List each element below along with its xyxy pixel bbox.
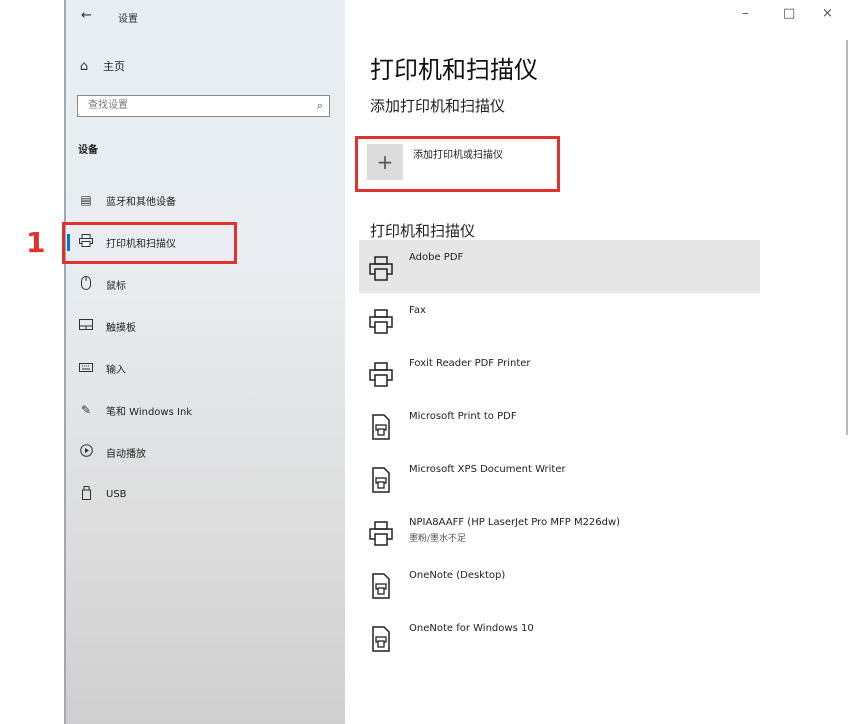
printer-icon — [369, 362, 393, 387]
document-printer-icon — [372, 467, 390, 493]
scrollbar[interactable] — [846, 40, 848, 435]
section-title-devices: 设备 — [78, 145, 98, 156]
close-button[interactable]: × — [822, 6, 833, 21]
device-name: Adobe PDF — [409, 252, 464, 263]
document-printer-icon — [372, 414, 390, 440]
sidebar-item-label: 触摸板 — [106, 322, 136, 334]
sidebar-item-touchpad[interactable]: 触摸板 — [64, 305, 345, 347]
usb-icon — [78, 485, 94, 503]
sidebar-item-printers[interactable]: 打印机和扫描仪 — [64, 221, 345, 263]
sidebar-item-autoplay[interactable]: 自动播放 — [64, 431, 345, 473]
device-status: 墨粉/墨水不足 — [409, 534, 467, 544]
sidebar-item-typing[interactable]: 输入 — [64, 347, 345, 389]
printer-list: Adobe PDF Fax Foxit Reader PDF Printer M… — [359, 240, 760, 664]
sidebar-item-label: 打印机和扫描仪 — [106, 238, 176, 250]
sidebar: ← 设置 ⌂ 主页 ⌕ 设备 ▤ 蓝牙和其他设备 打印机和扫描仪 — [64, 0, 345, 724]
maximize-button[interactable]: □ — [783, 6, 795, 21]
list-item-hp-laserjet[interactable]: NPIA8AAFF (HP LaserJet Pro MFP M226dw) 墨… — [359, 505, 760, 558]
keyboard-icon — [78, 361, 94, 375]
bluetooth-devices-icon: ▤ — [80, 193, 92, 207]
title-bar: ← 设置 — [64, 0, 345, 34]
search-input[interactable] — [86, 99, 300, 112]
sidebar-item-label: 蓝牙和其他设备 — [106, 196, 176, 208]
document-printer-icon — [372, 573, 390, 599]
printers-list-title: 打印机和扫描仪 — [370, 222, 476, 240]
list-item-onenote-desktop[interactable]: OneNote (Desktop) — [359, 558, 760, 611]
minimize-button[interactable]: – — [742, 6, 749, 21]
sidebar-item-bluetooth[interactable]: ▤ 蓝牙和其他设备 — [64, 179, 345, 221]
printer-icon — [369, 521, 393, 546]
sidebar-item-usb[interactable]: USB — [64, 473, 345, 515]
sidebar-item-pen[interactable]: ✎ 笔和 Windows Ink — [64, 389, 345, 431]
autoplay-icon — [78, 444, 94, 460]
sidebar-item-label: 输入 — [106, 364, 126, 376]
window-left-edge — [64, 0, 66, 724]
list-item-ms-xps[interactable]: Microsoft XPS Document Writer — [359, 452, 760, 505]
sidebar-item-label: 笔和 Windows Ink — [106, 406, 193, 418]
list-item-onenote-win10[interactable]: OneNote for Windows 10 — [359, 611, 760, 664]
printer-icon — [369, 309, 393, 334]
active-indicator — [67, 234, 70, 251]
home-label: 主页 — [103, 60, 125, 73]
home-link[interactable]: ⌂ 主页 — [77, 56, 125, 76]
sidebar-item-label: USB — [106, 488, 127, 500]
printer-icon — [78, 234, 94, 250]
list-item-adobe-pdf[interactable]: Adobe PDF — [359, 240, 760, 293]
search-icon[interactable]: ⌕ — [317, 99, 323, 113]
sidebar-item-label: 自动播放 — [106, 448, 146, 460]
list-item-foxit[interactable]: Foxit Reader PDF Printer — [359, 346, 760, 399]
page-title: 打印机和扫描仪 — [370, 56, 538, 84]
device-name: Foxit Reader PDF Printer — [409, 358, 531, 369]
list-item-fax[interactable]: Fax — [359, 293, 760, 346]
document-printer-icon — [372, 626, 390, 652]
plus-icon: + — [376, 150, 394, 174]
add-section-title: 添加打印机和扫描仪 — [370, 97, 506, 115]
add-printer-label[interactable]: 添加打印机或扫描仪 — [413, 146, 503, 161]
touchpad-icon — [78, 319, 94, 333]
sidebar-item-mouse[interactable]: 鼠标 — [64, 263, 345, 305]
printer-icon — [369, 256, 393, 281]
list-item-ms-print-to-pdf[interactable]: Microsoft Print to PDF — [359, 399, 760, 452]
add-printer-button[interactable]: + — [367, 144, 403, 180]
sidebar-nav: ▤ 蓝牙和其他设备 打印机和扫描仪 鼠标 触摸板 输入 ✎ 笔和 Windows… — [64, 179, 345, 515]
sidebar-item-label: 鼠标 — [106, 280, 126, 292]
pen-icon: ✎ — [80, 403, 92, 417]
arrow-left-icon[interactable]: ← — [81, 8, 92, 23]
device-name: OneNote for Windows 10 — [409, 623, 534, 634]
device-name: Fax — [409, 305, 426, 316]
device-name: Microsoft XPS Document Writer — [409, 464, 566, 475]
device-name: OneNote (Desktop) — [409, 570, 506, 581]
app-title: 设置 — [118, 14, 138, 25]
device-name: Microsoft Print to PDF — [409, 411, 517, 422]
search-box[interactable]: ⌕ — [77, 95, 330, 117]
home-icon: ⌂ — [79, 58, 89, 74]
annotation-number-1: 1 — [26, 226, 46, 259]
mouse-icon — [78, 275, 94, 293]
device-name: NPIA8AAFF (HP LaserJet Pro MFP M226dw) — [409, 517, 621, 528]
